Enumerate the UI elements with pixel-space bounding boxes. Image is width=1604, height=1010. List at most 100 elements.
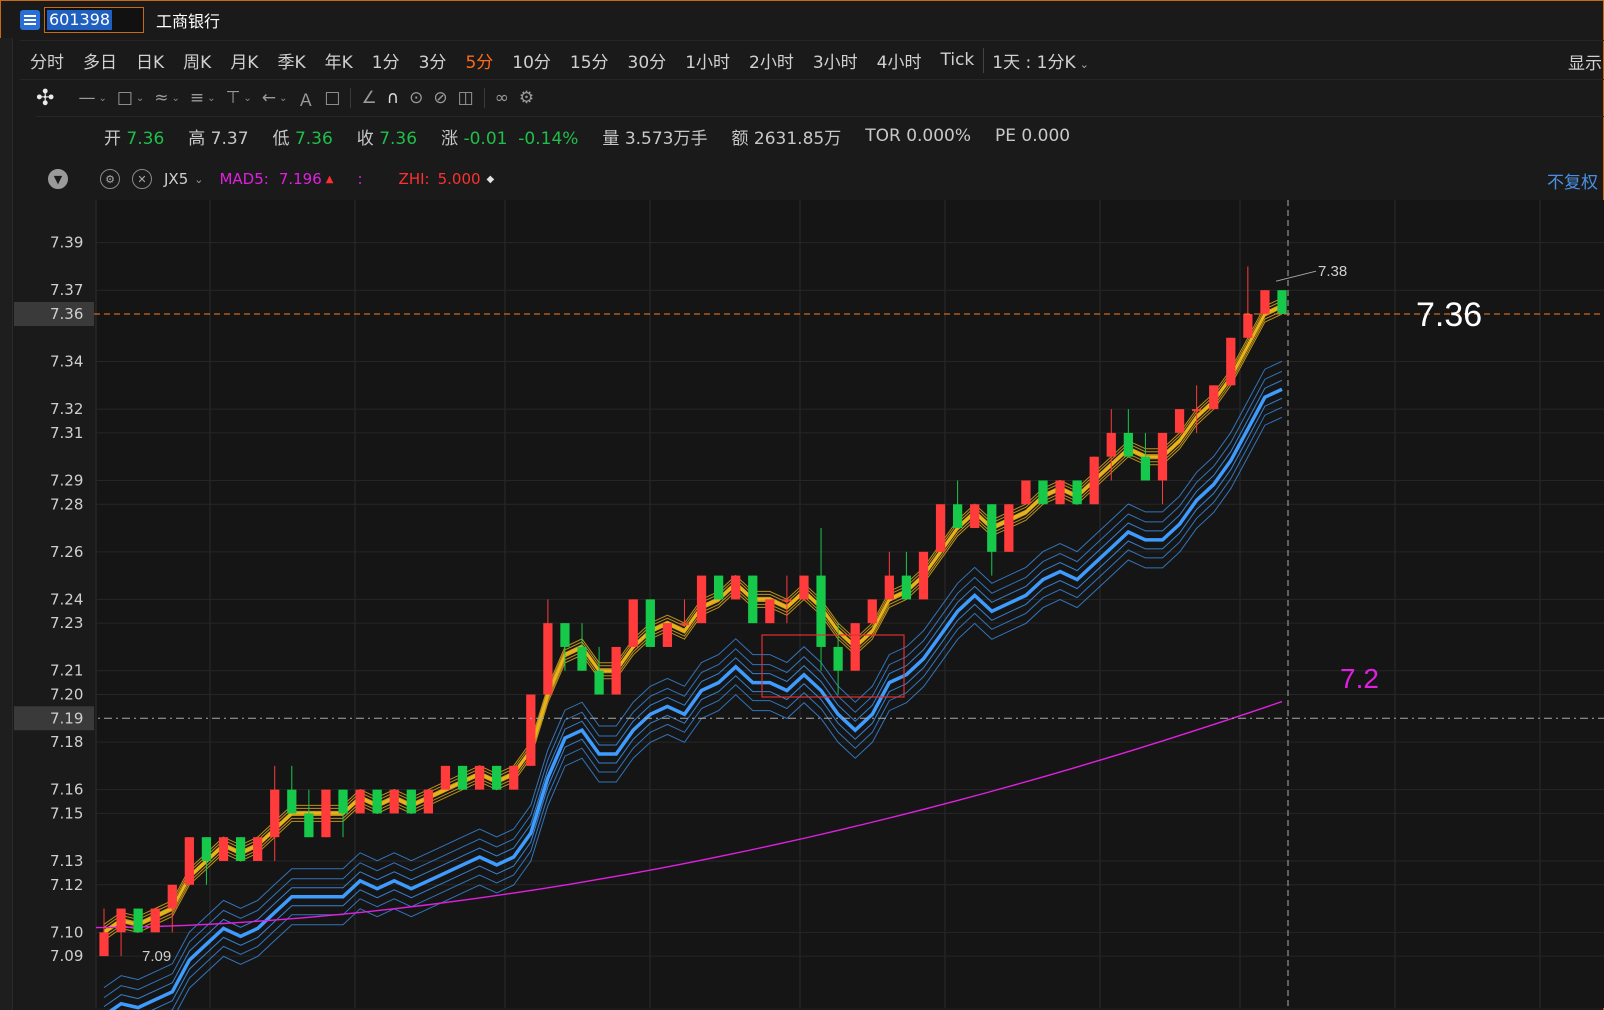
candle-body: [748, 575, 758, 624]
magenta-value-label: 7.2: [1340, 663, 1379, 694]
candle-body: [987, 504, 997, 552]
candle-body: [526, 694, 536, 766]
candle-body: [304, 813, 314, 838]
candle-body: [492, 765, 502, 790]
y-tick-label: 7.34: [50, 353, 83, 371]
y-tick-label: 7.24: [50, 590, 83, 608]
candle-body: [218, 837, 229, 861]
candle-body: [457, 765, 468, 790]
last-price-tag-text: 7.36: [50, 305, 83, 323]
candle-body: [440, 765, 451, 790]
y-tick-label: 7.21: [50, 662, 83, 680]
candle-body: [816, 575, 826, 647]
kline-chart[interactable]: 7.39 7.37 7.34 7.32 7.31 7.29 7.28 7.26 7.24 7.23…: [0, 0, 1604, 1010]
candle-body: [611, 646, 621, 695]
last-price-tag: 7.36: [14, 301, 94, 326]
candle-body: [713, 575, 724, 600]
candle-body: [799, 575, 809, 600]
candle-body: [1055, 480, 1065, 505]
candle-body: [594, 670, 604, 695]
candle-body: [645, 599, 655, 647]
candle-body: [901, 575, 912, 600]
candle-body: [628, 599, 638, 647]
candle-body: [850, 623, 860, 671]
candle-body: [1004, 504, 1014, 552]
candle-body: [1106, 432, 1116, 457]
candle-body: [1072, 480, 1082, 505]
candle-body: [372, 789, 382, 814]
y-tick-label: 7.16: [50, 781, 83, 799]
y-tick-label: 7.09: [50, 947, 83, 965]
candle-body: [577, 646, 587, 671]
y-tick-label: 7.29: [50, 471, 83, 489]
candle-body: [270, 789, 280, 838]
candle-body: [1089, 456, 1099, 505]
candle-body: [201, 837, 212, 861]
y-tick-label: 7.26: [50, 543, 83, 561]
candle-body: [355, 789, 365, 814]
candle-body: [1226, 337, 1236, 386]
y-tick-label: 7.12: [50, 876, 83, 894]
candle-body: [184, 837, 194, 885]
y-tick-label: 7.32: [50, 400, 83, 418]
candle-body: [167, 884, 177, 909]
candle-body: [1277, 290, 1287, 314]
y-tick-label: 7.31: [50, 424, 83, 442]
candle-body: [287, 789, 297, 814]
candle-body: [389, 789, 399, 814]
big-price-label: 7.36: [1416, 296, 1482, 334]
candle-body: [150, 908, 160, 933]
candle-body: [543, 623, 553, 695]
y-tick-label: 7.23: [50, 614, 83, 632]
y-tick-label: 7.13: [50, 852, 83, 870]
crosshair-price-text: 7.19: [50, 709, 83, 727]
candle-body: [560, 623, 570, 647]
candle-body: [406, 789, 416, 814]
candle-body: [509, 765, 519, 790]
y-tick-label: 7.10: [50, 923, 83, 941]
candle-body: [1140, 456, 1151, 481]
min-price-label: 7.09: [142, 948, 171, 965]
y-tick-label: 7.28: [50, 495, 83, 513]
candle-body: [696, 575, 707, 624]
candle-body: [952, 504, 963, 529]
candle-body: [1209, 385, 1219, 410]
y-tick-label: 7.20: [50, 686, 83, 704]
candle-body: [918, 551, 929, 600]
candle-body: [1021, 480, 1031, 505]
y-tick-label: 7.18: [50, 733, 83, 751]
y-tick-label: 7.37: [50, 281, 83, 299]
candle-body: [253, 837, 263, 861]
candle-body: [662, 623, 673, 647]
chart-grid: [95, 200, 1604, 1008]
candle-body: [782, 599, 792, 602]
candle-body: [970, 504, 980, 529]
candle-body: [1192, 409, 1202, 412]
candle-body: [338, 789, 348, 814]
candle-body: [1157, 432, 1168, 481]
y-axis-labels: 7.39 7.37 7.34 7.32 7.31 7.29 7.28 7.26 7.24 7.23…: [50, 234, 83, 965]
candle-body: [935, 504, 946, 552]
candle-body: [1260, 290, 1270, 314]
candle-body: [679, 623, 690, 626]
y-tick-label: 7.15: [50, 804, 83, 822]
candle-body: [133, 908, 143, 933]
candle-body: [321, 789, 331, 838]
candle-body: [116, 908, 126, 933]
candle-body: [474, 765, 485, 790]
crosshair-price-tag: 7.19: [14, 706, 94, 731]
candle-body: [1038, 480, 1048, 505]
candle-body: [731, 575, 741, 600]
candle-body: [1123, 432, 1133, 457]
candle-body: [765, 599, 775, 624]
candle-body: [1174, 409, 1185, 433]
candle-body: [884, 575, 894, 600]
candle-body: [423, 789, 434, 814]
candle-body: [867, 599, 877, 624]
candle-body: [1243, 313, 1253, 338]
candle-body: [99, 932, 109, 957]
candle-body: [833, 646, 843, 671]
candle-body: [235, 837, 246, 861]
max-price-label: 7.38: [1318, 263, 1347, 280]
y-tick-label: 7.39: [50, 234, 83, 252]
